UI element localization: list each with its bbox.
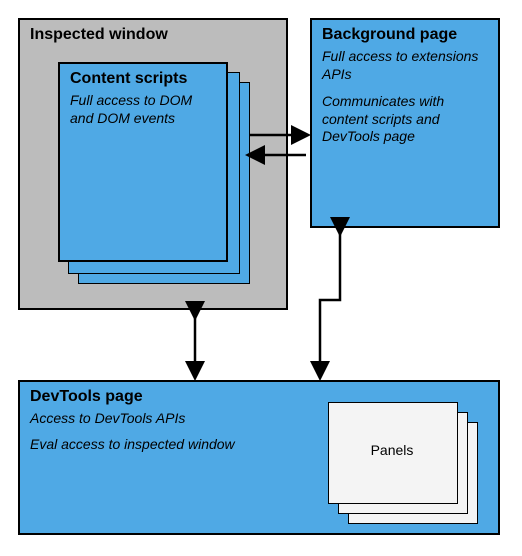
- content-scripts-title: Content scripts: [70, 70, 216, 88]
- inspected-window-title: Inspected window: [30, 26, 276, 44]
- background-page-desc2: Communicates with content scripts and De…: [322, 93, 488, 146]
- inspected-window-box: Inspected window Content scripts Full ac…: [18, 18, 288, 310]
- content-scripts-box: Content scripts Full access to DOM and D…: [58, 62, 228, 262]
- background-page-title: Background page: [322, 26, 488, 44]
- background-page-desc1: Full access to extensions APIs: [322, 48, 488, 83]
- architecture-diagram: Inspected window Content scripts Full ac…: [0, 0, 522, 556]
- devtools-page-box: DevTools page Access to DevTools APIs Ev…: [18, 380, 500, 535]
- background-page-box: Background page Full access to extension…: [310, 18, 500, 228]
- content-scripts-desc: Full access to DOM and DOM events: [70, 92, 216, 127]
- panels-label: Panels: [328, 442, 456, 458]
